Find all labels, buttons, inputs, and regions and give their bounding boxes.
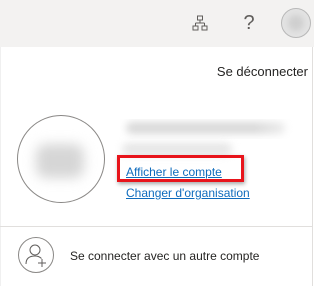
change-organization-link[interactable]: Changer d'organisation [126,186,250,200]
sign-in-other-account-label: Se connecter avec un autre compte [70,249,260,263]
account-avatar-button[interactable] [281,8,311,38]
sign-in-other-account-button[interactable]: Se connecter avec un autre compte [0,227,313,286]
profile-photo [36,144,84,178]
account-name-redacted [120,119,312,139]
account-email-redacted [122,143,232,155]
help-icon: ? [243,12,255,34]
profile-avatar [17,115,105,203]
view-account-link[interactable]: Afficher le compte [126,165,222,179]
help-button[interactable]: ? [234,8,264,38]
account-avatar-icon [288,15,304,31]
organization-button[interactable] [185,8,215,38]
top-bar: ? [0,0,314,47]
signout-link[interactable]: Se déconnecter [217,64,308,79]
add-person-icon [18,237,54,273]
organization-icon [192,15,208,31]
